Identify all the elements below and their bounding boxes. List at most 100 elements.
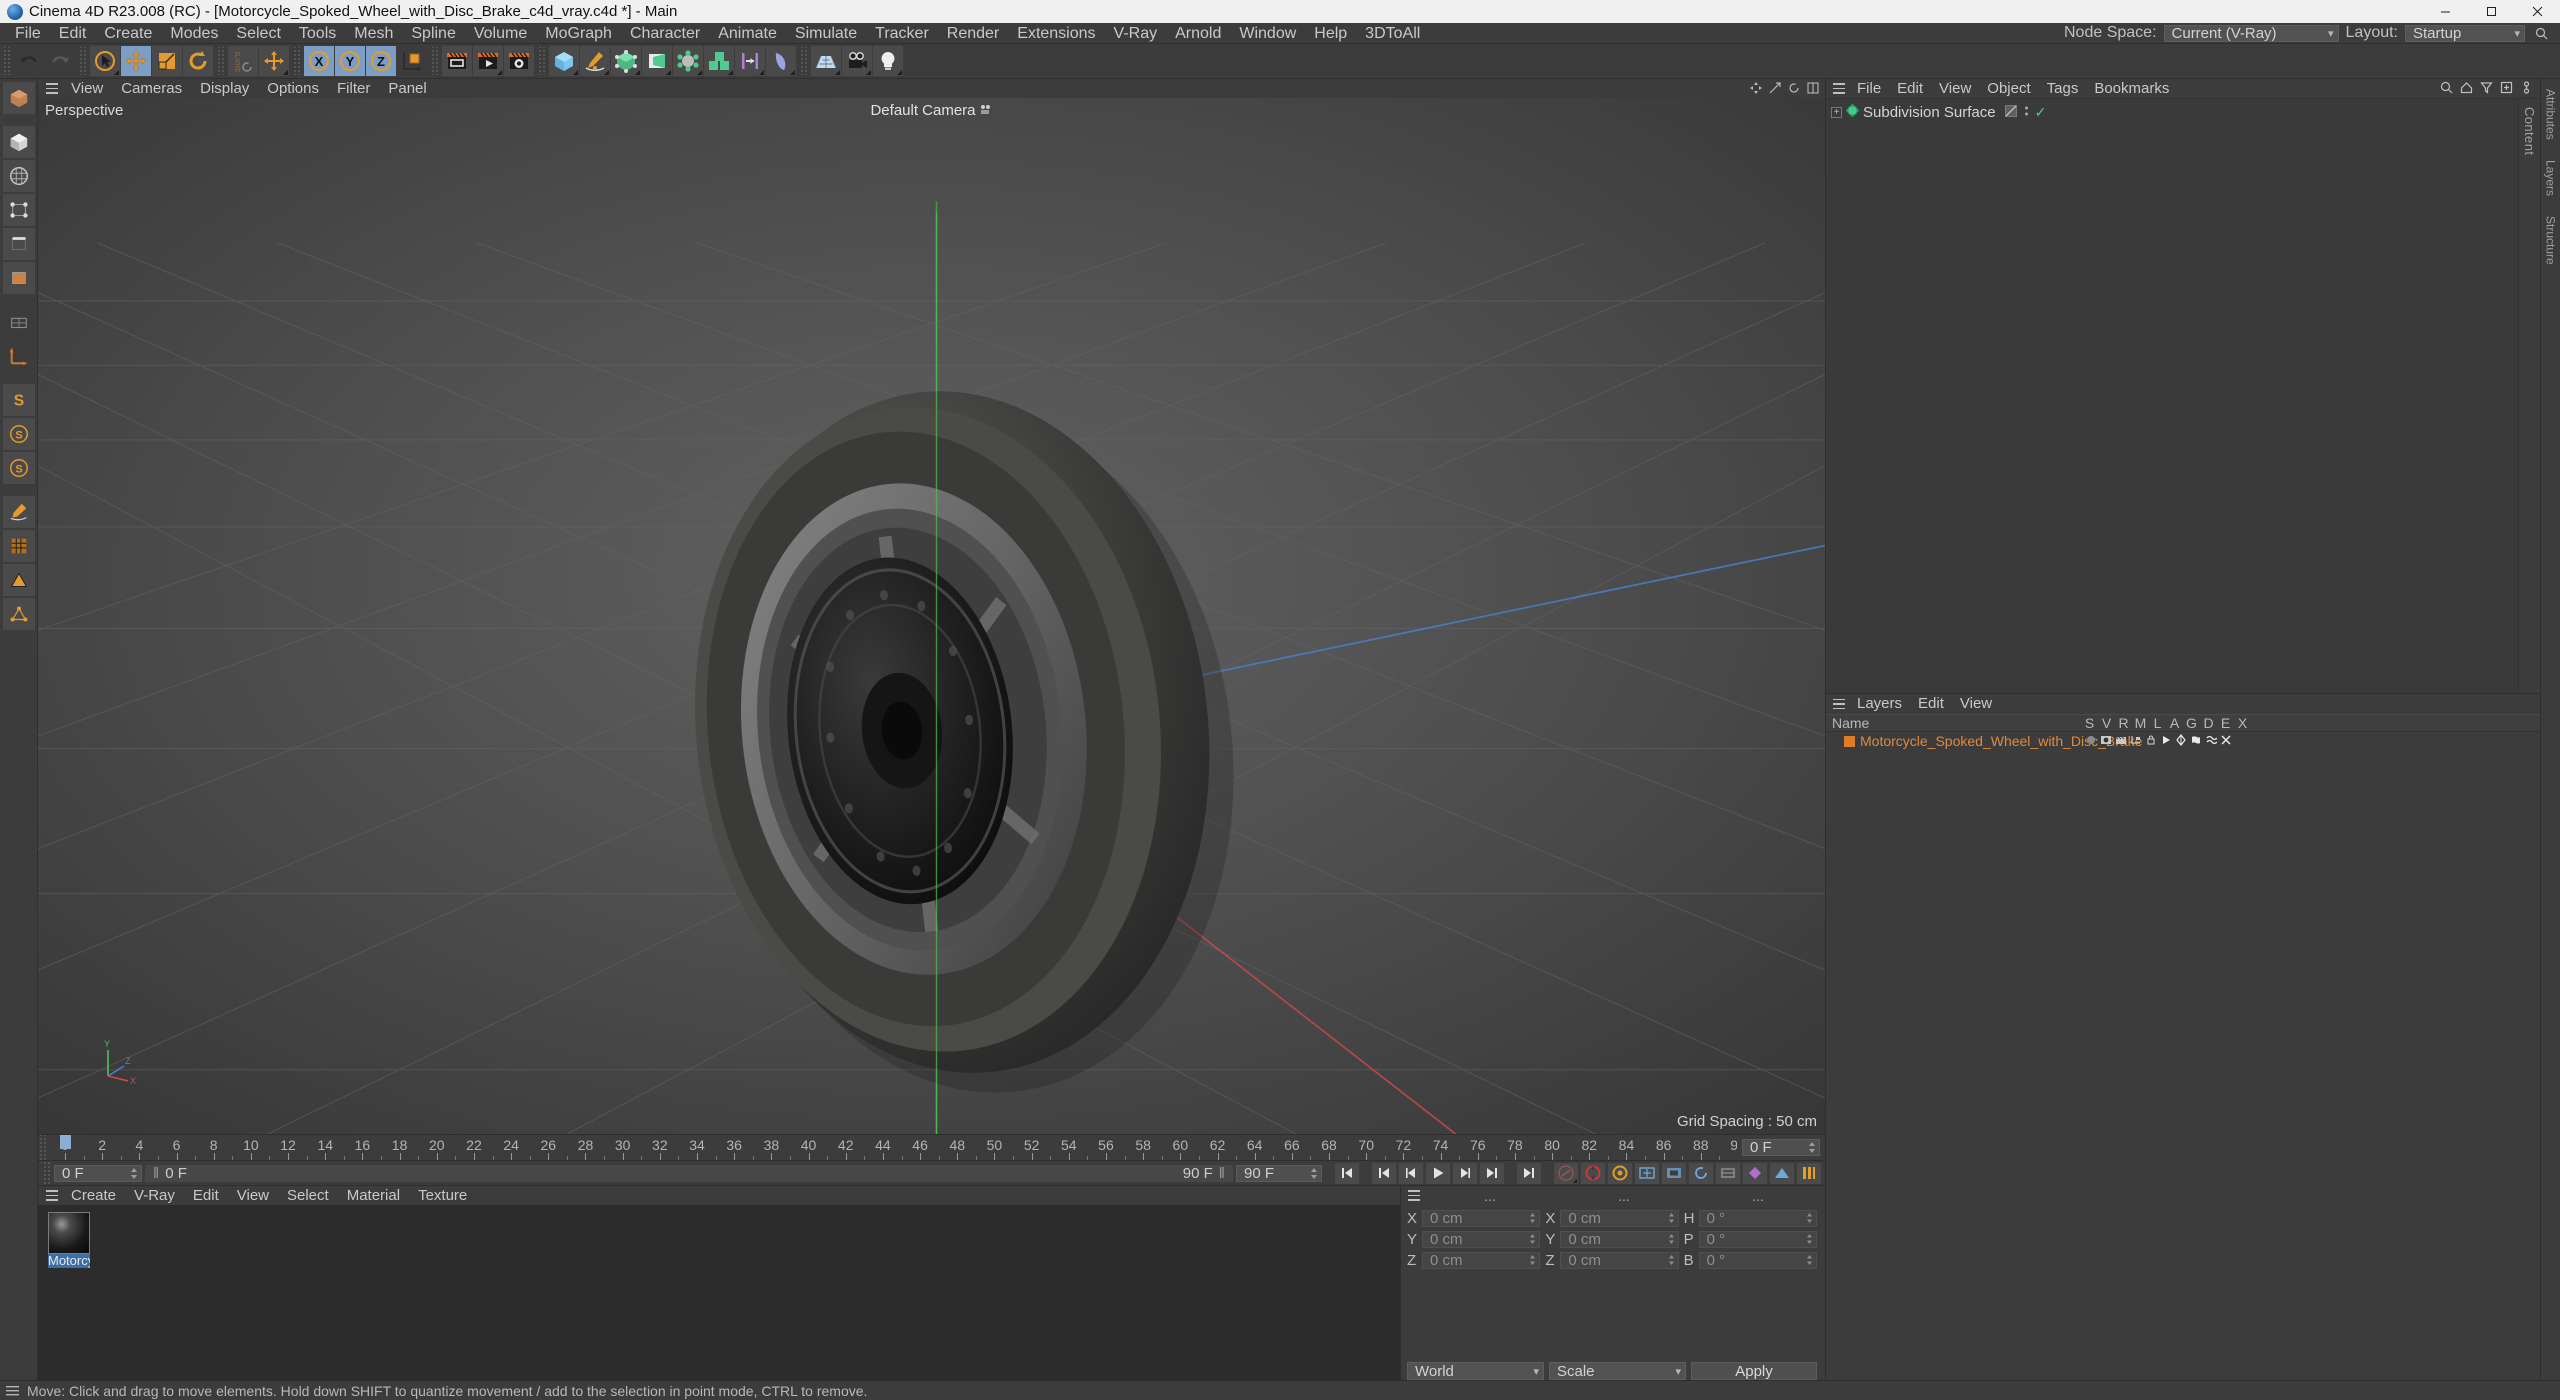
spinner-icon[interactable]: [1668, 1210, 1675, 1227]
material-menu-texture[interactable]: Texture: [409, 1186, 476, 1205]
rotation-b-field[interactable]: B 0 °: [1684, 1252, 1817, 1269]
object-panel-menu-icon[interactable]: [1829, 79, 1849, 98]
workplane-s-icon[interactable]: S: [2, 452, 35, 484]
position-y-field[interactable]: Y 0 cm: [1407, 1231, 1541, 1248]
bend-deformer-icon[interactable]: [766, 46, 796, 76]
transform-mode-select[interactable]: Scale ▾: [1549, 1362, 1686, 1380]
quantize-s-icon[interactable]: S: [2, 418, 35, 450]
viewport-rotate-icon[interactable]: [1788, 79, 1800, 99]
menu-item-arnold[interactable]: Arnold: [1166, 23, 1230, 44]
node-space-select[interactable]: Current (V-Ray) ▾: [2163, 24, 2339, 42]
lock-y-icon[interactable]: Y: [335, 46, 365, 76]
edge-mode-icon[interactable]: [2, 228, 35, 260]
world-object-coord-icon[interactable]: [397, 46, 427, 76]
object-menu-bookmarks[interactable]: Bookmarks: [2086, 79, 2177, 99]
animation-toggle-icon[interactable]: [2160, 731, 2172, 751]
menu-item-file[interactable]: File: [6, 23, 50, 44]
menu-item-spline[interactable]: Spline: [402, 23, 464, 44]
toolbar-grip[interactable]: [799, 47, 808, 75]
manager-toggle-icon[interactable]: [2130, 731, 2142, 751]
material-menu-edit[interactable]: Edit: [184, 1186, 228, 1205]
object-menu-edit[interactable]: Edit: [1889, 79, 1931, 99]
auto-keying-icon[interactable]: [1797, 1162, 1821, 1184]
timeline-grip[interactable]: [38, 1135, 47, 1163]
material-panel-menu-icon[interactable]: [42, 1186, 62, 1205]
rail-tab-attributes[interactable]: Attributes: [2544, 79, 2558, 150]
step-forward-icon[interactable]: [1453, 1162, 1477, 1184]
expand-toggle-icon[interactable]: +: [1831, 106, 1842, 118]
layer-row[interactable]: Motorcycle_Spoked_Wheel_with_Disc_Brake: [1826, 732, 2540, 750]
viewport-maximize-icon[interactable]: [1807, 79, 1819, 99]
object-tree[interactable]: + Subdivision Surface ✓: [1826, 99, 2518, 693]
menu-item-animate[interactable]: Animate: [709, 23, 786, 44]
editable-object-icon[interactable]: [2, 82, 35, 114]
material-menu-select[interactable]: Select: [278, 1186, 338, 1205]
position-x-field[interactable]: X 0 cm: [1407, 1210, 1541, 1227]
redo-icon[interactable]: [45, 46, 75, 76]
rotate-tool-icon[interactable]: [183, 46, 213, 76]
maximize-button[interactable]: [2468, 0, 2514, 23]
lock-z-icon[interactable]: Z: [366, 46, 396, 76]
toolbar-grip[interactable]: [430, 47, 439, 75]
end-frame-field[interactable]: 90 F: [1236, 1164, 1322, 1182]
phong-tag-icon[interactable]: [2004, 102, 2017, 122]
texture-grid-icon[interactable]: [2, 530, 35, 562]
material-menu-vray[interactable]: V-Ray: [125, 1186, 184, 1205]
visibility-dots-icon[interactable]: [2024, 102, 2029, 122]
spinner-icon[interactable]: [1668, 1252, 1675, 1269]
viewport-menu-cameras[interactable]: Cameras: [112, 79, 191, 98]
rotation-key-icon[interactable]: [1689, 1162, 1713, 1184]
spline-pen-icon[interactable]: [580, 46, 610, 76]
size-x-field[interactable]: X 0 cm: [1545, 1210, 1679, 1227]
range-handle-right-icon[interactable]: ‖: [1219, 1165, 1225, 1182]
scale-key-icon[interactable]: [1662, 1162, 1686, 1184]
spinner-icon[interactable]: [1529, 1231, 1536, 1248]
pla-key-icon[interactable]: [1743, 1162, 1767, 1184]
current-frame-field[interactable]: 0 F: [54, 1164, 142, 1182]
go-to-start-icon[interactable]: [1335, 1162, 1359, 1184]
lock-x-icon[interactable]: X: [304, 46, 334, 76]
uv-polygon-icon[interactable]: [2, 564, 35, 596]
axis-modify-icon[interactable]: [3, 340, 35, 372]
live-selection-icon[interactable]: [90, 46, 120, 76]
minimize-button[interactable]: [2422, 0, 2468, 23]
layer-color-swatch[interactable]: [1844, 735, 1855, 747]
lock-toggle-icon[interactable]: [2145, 731, 2157, 751]
viewport-menu-options[interactable]: Options: [258, 79, 328, 98]
uv-point-icon[interactable]: [2, 598, 35, 630]
home-icon[interactable]: [2460, 79, 2473, 99]
undo-icon[interactable]: [14, 46, 44, 76]
object-menu-tags[interactable]: Tags: [2039, 79, 2087, 99]
floor-environment-icon[interactable]: [811, 46, 841, 76]
timeline-playhead[interactable]: [60, 1135, 71, 1149]
layer-menu-view[interactable]: View: [1952, 694, 2000, 714]
visibility-toggle-icon[interactable]: [2100, 731, 2112, 751]
menu-item-window[interactable]: Window: [1230, 23, 1305, 44]
render-settings-icon[interactable]: [504, 46, 534, 76]
play-icon[interactable]: [1426, 1162, 1450, 1184]
spinner-icon[interactable]: [1806, 1252, 1813, 1269]
layer-menu-layers[interactable]: Layers: [1849, 694, 1910, 714]
menu-item-edit[interactable]: Edit: [50, 23, 96, 44]
workplane-icon[interactable]: [3, 306, 35, 338]
range-handle-left-icon[interactable]: ‖: [153, 1165, 159, 1182]
material-menu-view[interactable]: View: [228, 1186, 278, 1205]
spinner-icon[interactable]: [130, 1167, 138, 1179]
material-item[interactable]: Motorcy: [48, 1212, 90, 1268]
menu-item-simulate[interactable]: Simulate: [786, 23, 866, 44]
solo-toggle-icon[interactable]: [2085, 731, 2097, 751]
preview-range-bar[interactable]: ‖ 0 F 90 F ‖: [145, 1164, 1233, 1182]
layer-panel-menu-icon[interactable]: [1829, 695, 1849, 714]
status-menu-icon[interactable]: [6, 1381, 19, 1400]
apply-button[interactable]: Apply: [1691, 1362, 1817, 1380]
size-z-field[interactable]: Z 0 cm: [1545, 1252, 1679, 1269]
spinner-icon[interactable]: [1806, 1231, 1813, 1248]
move-icon[interactable]: [259, 46, 289, 76]
record-key-icon[interactable]: [1554, 1162, 1578, 1184]
menu-item-volume[interactable]: Volume: [465, 23, 536, 44]
cube-primitive-icon[interactable]: [549, 46, 579, 76]
menu-item-extensions[interactable]: Extensions: [1008, 23, 1104, 44]
deformer-toggle-icon[interactable]: [2190, 731, 2202, 751]
xref-toggle-icon[interactable]: [2220, 731, 2232, 751]
polygon-mode-icon[interactable]: [2, 262, 35, 294]
